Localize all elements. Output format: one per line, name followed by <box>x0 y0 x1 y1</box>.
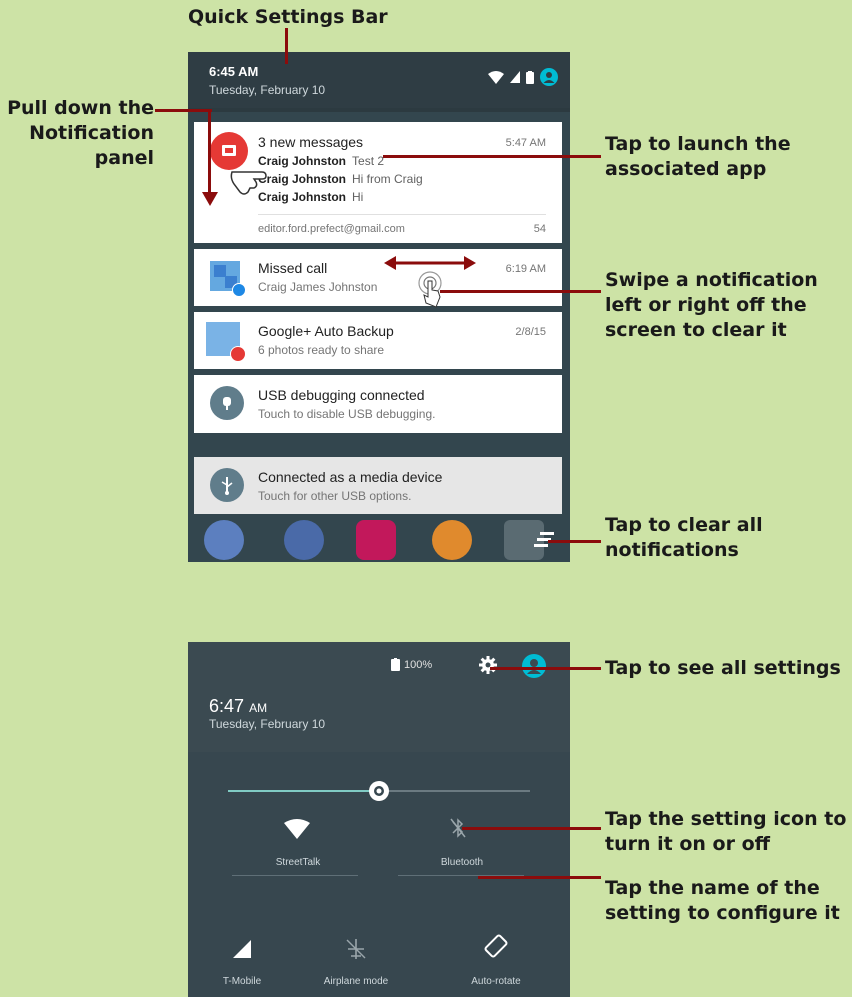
android-debug-icon <box>210 386 244 420</box>
pull-down-arrow-shaft <box>208 110 211 196</box>
pull-down-arrow-icon <box>202 192 218 206</box>
notification-title: Google+ Auto Backup <box>258 323 394 339</box>
message-count: 54 <box>533 223 546 235</box>
callout-see-settings: Tap to see all settings <box>605 657 841 679</box>
tmobile-app-icon <box>356 520 396 560</box>
settings-gear-icon[interactable] <box>478 655 498 675</box>
notification-subtitle: Touch to disable USB debugging. <box>258 407 436 421</box>
google-app-icon <box>204 520 244 560</box>
quick-settings-screenshot: 100% 6:47 AM Tuesday, February 10 Street… <box>188 642 570 997</box>
callout-pointer <box>155 109 212 112</box>
user-avatar-icon[interactable] <box>522 654 546 678</box>
battery-percentage: 100% <box>404 659 433 671</box>
callout-swipe: Swipe a notification left or right off t… <box>605 269 818 341</box>
notification-time: 5:47 AM <box>505 137 546 149</box>
callout-pointer <box>478 876 601 879</box>
tile-label-auto-rotate[interactable]: Auto-rotate <box>436 976 556 987</box>
divider <box>258 214 546 215</box>
pointing-hand-icon <box>230 171 267 195</box>
callout-quick-settings-bar: Quick Settings Bar <box>188 6 388 28</box>
quick-settings-bar[interactable]: 6:45 AM Tuesday, February 10 <box>188 52 570 108</box>
callout-pointer <box>548 540 601 543</box>
brightness-slider[interactable] <box>228 781 530 801</box>
notification-subtitle: Touch for other USB options. <box>258 489 412 503</box>
notification-usb-debugging[interactable]: USB debugging connected Touch to disable… <box>194 375 562 433</box>
airplane-mode-icon[interactable] <box>345 938 367 960</box>
notification-media-device[interactable]: Connected as a media device Touch for ot… <box>194 457 562 514</box>
battery-icon <box>526 70 534 84</box>
battery-icon <box>391 658 400 671</box>
brightness-sun-icon[interactable] <box>368 780 390 802</box>
callout-pointer <box>490 667 601 670</box>
swipe-arrow-icon <box>384 256 476 270</box>
wifi-tile-icon[interactable] <box>284 819 310 839</box>
wifi-icon <box>488 70 504 84</box>
docs-app-icon <box>284 520 324 560</box>
tile-label-bluetooth[interactable]: Bluetooth <box>402 857 522 868</box>
music-app-icon <box>432 520 472 560</box>
callout-setting-icon: Tap the setting icon to turn it on or of… <box>605 808 847 855</box>
phone-badge-icon <box>232 283 246 297</box>
callout-pointer <box>383 155 601 158</box>
quick-settings-date: Tuesday, February 10 <box>209 717 326 731</box>
notification-title: 3 new messages <box>258 134 364 150</box>
notification-time: 2/8/15 <box>515 326 546 338</box>
tile-label-wifi[interactable]: StreetTalk <box>238 857 358 868</box>
notification-title: Missed call <box>258 260 328 276</box>
callout-pointer <box>462 827 601 830</box>
notification-title: USB debugging connected <box>258 387 425 403</box>
notification-subtitle: Craig James Johnston <box>258 280 378 294</box>
notification-time: 6:19 AM <box>505 263 546 275</box>
tile-label-cellular[interactable]: T-Mobile <box>188 976 302 987</box>
account-email: editor.ford.prefect@gmail.com <box>258 223 405 235</box>
notification-panel-screenshot: 6:45 AM Tuesday, February 10 3 new messa… <box>188 52 570 562</box>
status-date: Tuesday, February 10 <box>209 83 326 97</box>
status-time: 6:45 AM <box>209 64 259 79</box>
callout-pointer <box>440 290 601 293</box>
notification-title: Connected as a media device <box>258 469 443 485</box>
callout-pull-down: Pull down the Notification panel <box>7 97 154 169</box>
cell-signal-icon <box>510 71 520 83</box>
notification-missed-call[interactable]: Missed call Craig James Johnston 6:19 AM <box>194 249 562 308</box>
callout-setting-name: Tap the name of the setting to configure… <box>605 877 840 924</box>
brightness-fill <box>228 790 379 792</box>
clear-all-icon[interactable] <box>532 530 556 548</box>
usb-icon <box>210 468 244 502</box>
cell-signal-tile-icon[interactable] <box>233 940 251 958</box>
message-line: Craig Johnston Hi from Craig <box>258 172 423 186</box>
notification-messages[interactable]: 3 new messages 5:47 AM Craig Johnston Tes… <box>194 122 562 243</box>
auto-rotate-icon[interactable] <box>483 933 509 959</box>
user-avatar-icon[interactable] <box>540 68 558 86</box>
callout-clear-all: Tap to clear all notifications <box>605 514 763 561</box>
notification-auto-backup[interactable]: Google+ Auto Backup 6 photos ready to sh… <box>194 312 562 369</box>
tile-divider <box>232 875 358 876</box>
quick-settings-header: 100% 6:47 AM Tuesday, February 10 <box>188 642 570 752</box>
notification-subtitle: 6 photos ready to share <box>258 343 385 357</box>
callout-tap-launch: Tap to launch the associated app <box>605 133 791 180</box>
tile-label-airplane[interactable]: Airplane mode <box>296 976 416 987</box>
cloud-badge-icon <box>230 346 246 362</box>
app-dock <box>188 514 570 562</box>
callout-pointer <box>285 28 288 64</box>
quick-settings-time: 6:47 AM <box>209 696 268 716</box>
